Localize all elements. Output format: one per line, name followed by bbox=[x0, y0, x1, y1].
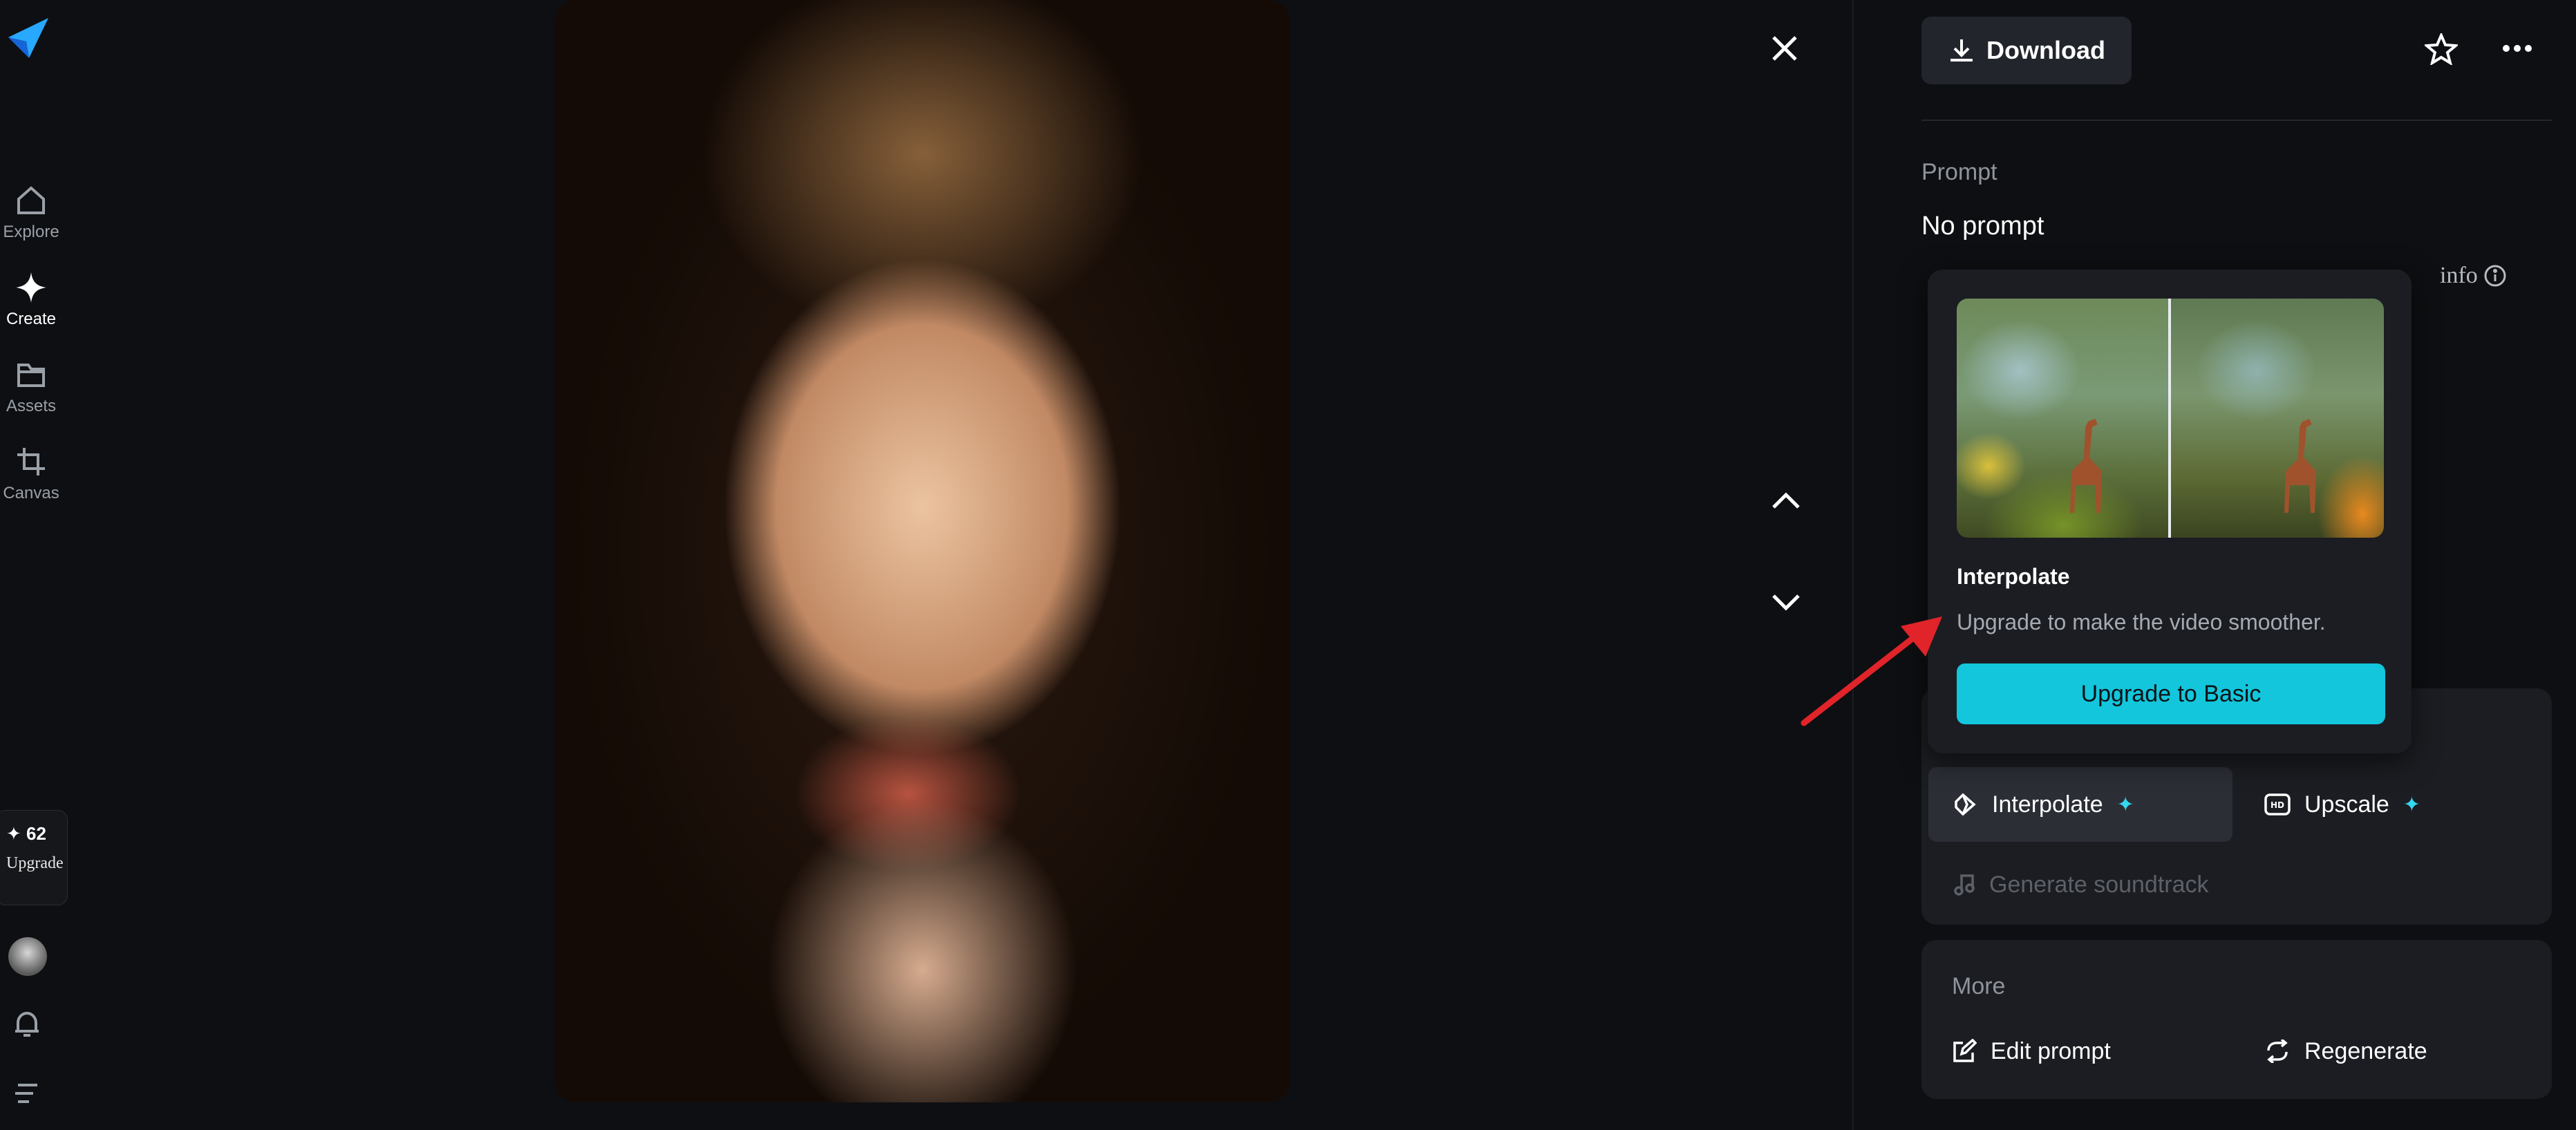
left-nav: Explore Create Assets Canvas ✦ 62 Upgrad… bbox=[0, 0, 69, 1130]
upgrade-to-basic-button[interactable]: Upgrade to Basic bbox=[1957, 663, 2385, 724]
hd-icon: HD bbox=[2264, 793, 2291, 816]
menu-button[interactable] bbox=[12, 1081, 41, 1106]
close-icon bbox=[1772, 36, 1797, 61]
generated-image bbox=[555, 0, 1290, 1102]
download-button[interactable]: Download bbox=[1921, 17, 2132, 84]
interpolate-upgrade-popup: Interpolate Upgrade to make the video sm… bbox=[1928, 270, 2412, 753]
credits-count: ✦ 62 bbox=[6, 823, 46, 844]
panel-divider bbox=[1852, 0, 1854, 1130]
preview-image-before bbox=[1957, 299, 2170, 538]
crop-icon bbox=[17, 448, 45, 475]
close-button[interactable] bbox=[1769, 33, 1800, 64]
more-options-button[interactable] bbox=[2502, 44, 2532, 53]
header-separator bbox=[1921, 120, 2552, 121]
nav-item-create[interactable]: Create bbox=[0, 271, 62, 329]
popup-title: Interpolate bbox=[1957, 564, 2070, 589]
download-icon bbox=[1950, 39, 1973, 62]
popup-description: Upgrade to make the video smoother. bbox=[1957, 610, 2326, 634]
notifications-button[interactable] bbox=[11, 1009, 43, 1041]
nav-label-canvas: Canvas bbox=[3, 484, 59, 502]
red-arrow-annotation bbox=[1801, 616, 1942, 726]
bell-icon bbox=[15, 1011, 39, 1037]
regenerate-label: Regenerate bbox=[2304, 1037, 2427, 1064]
ellipsis-icon bbox=[2503, 45, 2532, 52]
regenerate-button[interactable]: Regenerate bbox=[2264, 1027, 2427, 1075]
nav-item-explore[interactable]: Explore bbox=[0, 184, 62, 242]
premium-sparkle-icon: ✦ bbox=[2403, 793, 2420, 816]
nav-item-canvas[interactable]: Canvas bbox=[0, 445, 62, 503]
interpolate-label: Interpolate bbox=[1992, 791, 2103, 818]
download-label: Download bbox=[1986, 36, 2105, 64]
nav-label-create: Create bbox=[6, 310, 57, 328]
nav-label-assets: Assets bbox=[6, 397, 57, 415]
folder-icon bbox=[17, 364, 45, 387]
star-icon bbox=[2425, 33, 2458, 65]
avatar[interactable] bbox=[8, 937, 47, 976]
upscale-label: Upscale bbox=[2304, 791, 2389, 818]
previous-button[interactable] bbox=[1771, 491, 1801, 511]
sparkle-icon bbox=[16, 272, 46, 303]
more-title: More bbox=[1952, 973, 2006, 999]
music-note-icon bbox=[1954, 874, 1975, 896]
generate-soundtrack-label: Generate soundtrack bbox=[1989, 871, 2209, 898]
svg-text:HD: HD bbox=[2271, 800, 2284, 810]
app-logo[interactable] bbox=[3, 12, 51, 61]
regenerate-icon bbox=[2267, 1039, 2288, 1063]
prompt-value: No prompt bbox=[1921, 211, 2044, 241]
giraffe-illustration bbox=[2070, 419, 2102, 513]
premium-sparkle-icon: ✦ bbox=[2116, 793, 2134, 816]
prompt-title: Prompt bbox=[1921, 159, 1997, 185]
preview-image-after bbox=[2171, 299, 2384, 538]
chevron-up-icon bbox=[1772, 492, 1800, 509]
credits-upgrade-box[interactable]: ✦ 62 Upgrade bbox=[0, 810, 68, 905]
info-text: info bbox=[2440, 263, 2478, 288]
interpolate-button[interactable]: Interpolate ✦ bbox=[1928, 767, 2232, 842]
more-card: More Edit prompt Regenerate bbox=[1921, 940, 2552, 1099]
upgrade-link[interactable]: Upgrade bbox=[6, 854, 66, 872]
menu-icon bbox=[15, 1084, 37, 1103]
edit-icon bbox=[1953, 1039, 1977, 1062]
giraffe-illustration bbox=[2284, 419, 2316, 513]
interpolate-icon bbox=[1955, 793, 1976, 816]
generate-soundtrack-button[interactable]: Generate soundtrack bbox=[1953, 857, 2209, 912]
info-icon[interactable] bbox=[2483, 264, 2507, 288]
home-icon bbox=[17, 186, 45, 214]
favorite-button[interactable] bbox=[2425, 33, 2458, 65]
nav-label-explore: Explore bbox=[3, 223, 59, 241]
edit-prompt-label: Edit prompt bbox=[1991, 1037, 2111, 1064]
edit-prompt-button[interactable]: Edit prompt bbox=[1952, 1027, 2111, 1075]
nav-item-assets[interactable]: Assets bbox=[0, 358, 62, 416]
upscale-button[interactable]: HD Upscale ✦ bbox=[2264, 767, 2420, 842]
